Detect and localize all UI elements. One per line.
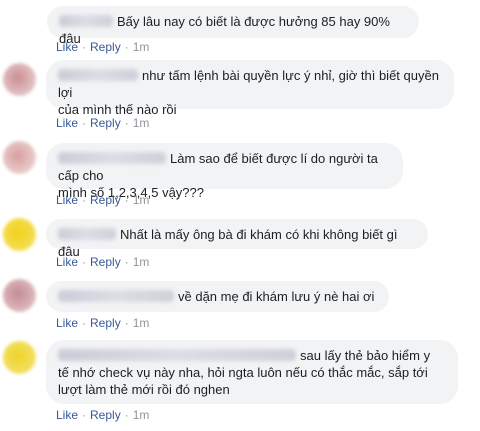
timestamp[interactable]: 1m xyxy=(133,116,150,130)
blurred-commenter-name[interactable] xyxy=(58,228,116,240)
timestamp[interactable]: 1m xyxy=(133,316,150,330)
comment-bubble: Nhất là mấy ông bà đi khám có khi không … xyxy=(46,219,428,259)
comment-bubble: Làm sao để biết được lí do người ta cấp … xyxy=(46,143,403,200)
comment-actions: Like · Reply · 1m xyxy=(56,40,150,54)
like-link[interactable]: Like xyxy=(56,193,78,207)
comment-text: về dặn mẹ đi khám lưu ý nè hai ơi xyxy=(178,289,375,304)
timestamp[interactable]: 1m xyxy=(133,40,150,54)
timestamp[interactable]: 1m xyxy=(133,255,150,269)
comment-text: sau lấy thẻ bảo hiểm y xyxy=(300,348,431,363)
comment-bubble: như tấm lệnh bài quyền lực ý nhỉ, giờ th… xyxy=(46,60,454,117)
blurred-commenter-name[interactable] xyxy=(58,349,296,361)
blurred-commenter-name[interactable] xyxy=(58,290,174,302)
like-link[interactable]: Like xyxy=(56,40,78,54)
reply-link[interactable]: Reply xyxy=(90,193,121,207)
blurred-commenter-name[interactable] xyxy=(58,69,138,81)
timestamp[interactable]: 1m xyxy=(133,193,150,207)
comment-actions: Like · Reply · 1m xyxy=(56,193,150,207)
comment-bubble: Bấy lâu nay có biết là được hưởng 85 hay… xyxy=(47,6,419,46)
comment-bubble: về dặn mẹ đi khám lưu ý nè hai ơi xyxy=(46,281,389,312)
blurred-commenter-name[interactable] xyxy=(58,152,166,164)
reply-link[interactable]: Reply xyxy=(90,408,121,422)
like-link[interactable]: Like xyxy=(56,408,78,422)
comment-text: tế nhớ check vụ này nha, hỏi ngta luôn n… xyxy=(58,365,428,380)
timestamp[interactable]: 1m xyxy=(133,408,150,422)
like-link[interactable]: Like xyxy=(56,116,78,130)
avatar[interactable] xyxy=(3,279,36,312)
blurred-commenter-name[interactable] xyxy=(59,15,113,27)
like-link[interactable]: Like xyxy=(56,255,78,269)
comment-text: lượt làm thẻ mới rồi đó nghen xyxy=(58,382,230,397)
comment-actions: Like · Reply · 1m xyxy=(56,116,150,130)
avatar[interactable] xyxy=(3,341,36,374)
comment-actions: Like · Reply · 1m xyxy=(56,316,150,330)
comment-bubble: sau lấy thẻ bảo hiểm y tế nhớ check vụ n… xyxy=(46,340,458,404)
like-link[interactable]: Like xyxy=(56,316,78,330)
comment-actions: Like · Reply · 1m xyxy=(56,255,150,269)
reply-link[interactable]: Reply xyxy=(90,255,121,269)
avatar[interactable] xyxy=(3,218,36,251)
avatar[interactable] xyxy=(3,63,36,96)
reply-link[interactable]: Reply xyxy=(90,40,121,54)
comment-actions: Like · Reply · 1m xyxy=(56,408,150,422)
reply-link[interactable]: Reply xyxy=(90,316,121,330)
avatar[interactable] xyxy=(3,141,36,174)
reply-link[interactable]: Reply xyxy=(90,116,121,130)
